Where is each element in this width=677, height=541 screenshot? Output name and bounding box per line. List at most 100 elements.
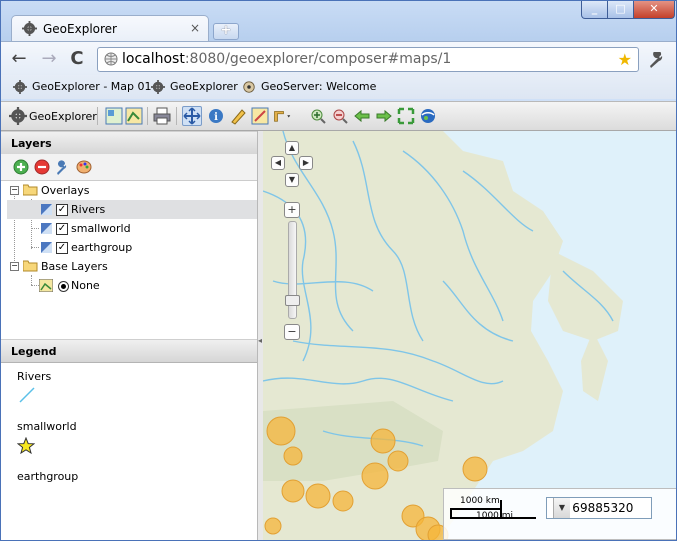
tab-title: GeoExplorer bbox=[43, 22, 117, 36]
gear-icon bbox=[13, 80, 27, 94]
layer-item-rivers[interactable]: ✓ Rivers bbox=[7, 200, 257, 219]
pan-up-button[interactable]: ▲ bbox=[285, 141, 299, 155]
left-panel: Layers − Overlays ✓ Rivers ✓ smallworld … bbox=[1, 131, 257, 540]
wrench-icon[interactable] bbox=[647, 52, 665, 68]
layer-visibility-checkbox[interactable]: ✓ bbox=[56, 223, 68, 235]
zoom-slider-thumb[interactable] bbox=[285, 295, 300, 306]
point-symbol bbox=[361, 462, 389, 490]
layout-icon[interactable] bbox=[105, 107, 123, 125]
legend-title-rivers: Rivers bbox=[17, 370, 52, 383]
legend-title-smallworld: smallworld bbox=[17, 420, 77, 433]
layer-label: None bbox=[71, 279, 100, 292]
point-symbol bbox=[281, 479, 305, 503]
bookmark-label: GeoExplorer bbox=[170, 80, 238, 93]
back-icon[interactable] bbox=[353, 107, 371, 125]
tree-folder-overlays[interactable]: − Overlays bbox=[1, 181, 257, 200]
gear-icon bbox=[22, 21, 37, 36]
folder-open-icon bbox=[23, 184, 38, 196]
zoom-in-icon[interactable] bbox=[309, 107, 327, 125]
tab-geoexplorer[interactable]: GeoExplorer × bbox=[11, 15, 209, 42]
collapse-icon[interactable]: − bbox=[10, 186, 19, 195]
layer-properties-icon[interactable] bbox=[55, 159, 71, 175]
query-icon[interactable] bbox=[251, 107, 269, 125]
google-earth-icon[interactable] bbox=[419, 107, 437, 125]
address-bar[interactable]: localhost:8080/geoexplorer/composer#maps… bbox=[97, 47, 639, 72]
layer-icon bbox=[41, 242, 52, 253]
maximize-button[interactable]: □ bbox=[607, 1, 634, 19]
river-symbol-icon bbox=[19, 387, 35, 403]
forward-button[interactable]: → bbox=[39, 49, 59, 69]
radio-selected-dot bbox=[61, 284, 66, 289]
gear-icon bbox=[9, 107, 27, 125]
base-layer-radio[interactable] bbox=[58, 281, 69, 292]
zoom-in-button[interactable]: + bbox=[284, 202, 300, 218]
back-button[interactable]: ← bbox=[9, 49, 29, 69]
tree-folder-base-layers[interactable]: − Base Layers bbox=[1, 257, 257, 276]
close-tab-icon[interactable]: × bbox=[190, 21, 200, 35]
point-symbol bbox=[264, 517, 282, 535]
pan-icon[interactable] bbox=[182, 106, 202, 126]
add-layer-icon[interactable] bbox=[13, 159, 29, 175]
layer-icon bbox=[41, 204, 52, 215]
point-symbol bbox=[462, 456, 488, 482]
layer-label: smallworld bbox=[71, 222, 131, 235]
legend-body: Rivers smallworld earthgroup bbox=[1, 363, 257, 540]
pan-down-button[interactable]: ▼ bbox=[285, 173, 299, 187]
bookmark-label: GeoServer: Welcome bbox=[261, 80, 377, 93]
chevron-down-icon[interactable]: ▼ bbox=[553, 498, 570, 518]
scale-km-label: 1000 km bbox=[460, 496, 500, 506]
title-bar: GeoExplorer × + _ □ ✕ bbox=[1, 1, 676, 42]
minimize-button[interactable]: _ bbox=[581, 1, 608, 19]
base-layer-item-none[interactable]: None bbox=[7, 276, 257, 295]
zoom-out-icon[interactable] bbox=[331, 107, 349, 125]
measure-dropdown-icon[interactable] bbox=[273, 107, 291, 125]
url-text: localhost:8080/geoexplorer/composer#maps… bbox=[122, 51, 452, 67]
toolbar-divider bbox=[176, 107, 177, 125]
zoom-out-button[interactable]: − bbox=[284, 324, 300, 340]
print-icon[interactable] bbox=[153, 107, 171, 125]
map-layer-icon bbox=[39, 279, 53, 292]
star-symbol-icon bbox=[17, 437, 35, 455]
info-icon[interactable]: i bbox=[207, 107, 225, 125]
toolbar-divider bbox=[147, 107, 148, 125]
collapse-icon[interactable]: − bbox=[10, 262, 19, 271]
remove-layer-icon[interactable] bbox=[34, 159, 50, 175]
new-tab-button[interactable]: + bbox=[213, 23, 239, 40]
layer-item-smallworld[interactable]: ✓ smallworld bbox=[7, 219, 257, 238]
bookmarks-bar: GeoExplorer - Map 01 GeoExplorer GeoServ… bbox=[1, 75, 676, 99]
layer-visibility-checkbox[interactable]: ✓ bbox=[56, 242, 68, 254]
bookmark-star-icon[interactable]: ★ bbox=[618, 50, 632, 69]
zoom-extent-icon[interactable] bbox=[397, 107, 415, 125]
point-symbol bbox=[266, 416, 296, 446]
forward-icon[interactable] bbox=[375, 107, 393, 125]
point-symbol bbox=[305, 483, 331, 509]
export-map-icon[interactable] bbox=[125, 107, 143, 125]
navigation-bar: ← → C localhost:8080/geoexplorer/compose… bbox=[1, 41, 676, 76]
scale-panel: 1000 km 1000 mi 1 : 69885320 ▼ bbox=[443, 488, 676, 540]
bookmark-label: GeoExplorer - Map 01 bbox=[32, 80, 152, 93]
globe-icon bbox=[104, 52, 118, 66]
map-viewport[interactable]: ▲ ◀ ▶ ▼ + − 1000 km 1000 mi 1 : 69885320… bbox=[263, 131, 676, 540]
layer-item-earthgroup[interactable]: ✓ earthgroup bbox=[7, 238, 257, 257]
layer-icon bbox=[41, 223, 52, 234]
pan-right-button[interactable]: ▶ bbox=[299, 156, 313, 170]
reload-button[interactable]: C bbox=[67, 49, 87, 69]
style-palette-icon[interactable] bbox=[76, 159, 92, 175]
svg-text:i: i bbox=[214, 112, 218, 123]
layer-visibility-checkbox[interactable]: ✓ bbox=[56, 204, 68, 216]
pan-left-button[interactable]: ◀ bbox=[271, 156, 285, 170]
folder-open-icon bbox=[23, 260, 38, 272]
layers-panel-header: Layers bbox=[1, 131, 257, 155]
app-menu-label[interactable]: GeoExplorer bbox=[29, 110, 97, 123]
close-window-button[interactable]: ✕ bbox=[633, 1, 675, 19]
measure-icon[interactable] bbox=[229, 107, 247, 125]
tree-folder-label: Base Layers bbox=[41, 260, 108, 273]
scale-mi-label: 1000 mi bbox=[476, 511, 514, 521]
legend-title-earthgroup: earthgroup bbox=[17, 470, 79, 483]
point-symbol bbox=[283, 446, 303, 466]
point-symbol bbox=[370, 428, 396, 454]
tree-folder-label: Overlays bbox=[41, 184, 90, 197]
point-symbol bbox=[332, 490, 354, 512]
scale-select[interactable]: 1 : 69885320 ▼ bbox=[546, 497, 652, 519]
layer-label: earthgroup bbox=[71, 241, 133, 254]
